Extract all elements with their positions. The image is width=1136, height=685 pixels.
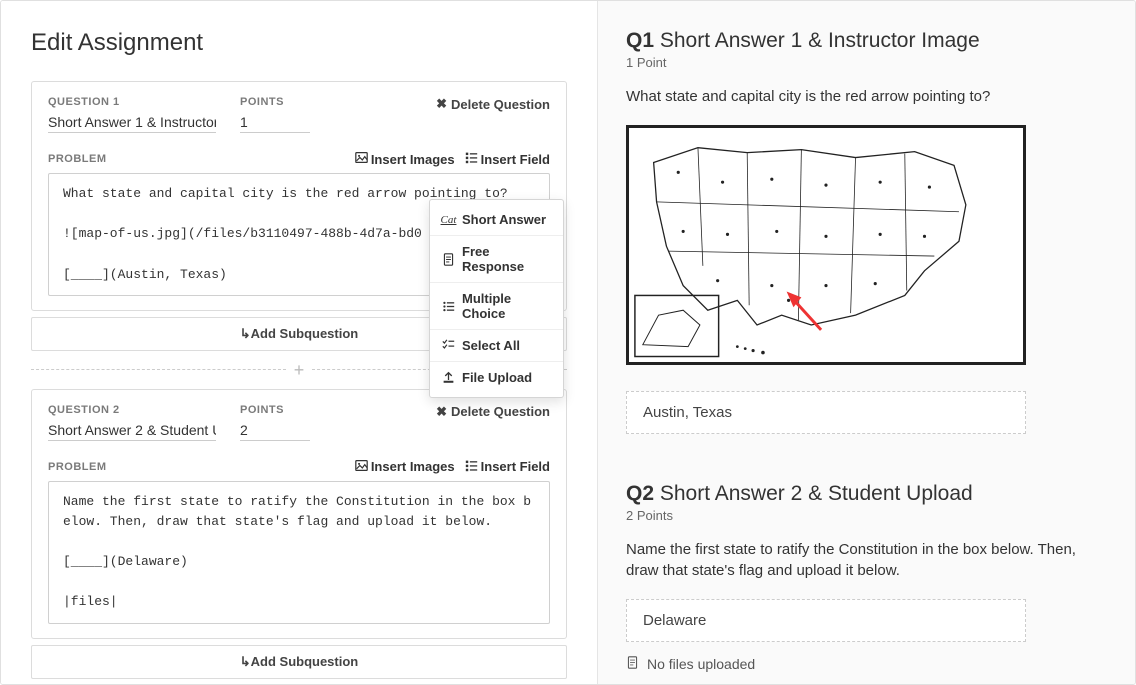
preview-points: 2 Points <box>626 508 1107 523</box>
insert-field-button[interactable]: Insert Field <box>465 459 550 475</box>
dropdown-item-free-response[interactable]: Free Response <box>430 236 563 283</box>
dropdown-item-file-upload[interactable]: File Upload <box>430 362 563 393</box>
image-icon <box>355 151 368 167</box>
problem-editor[interactable]: Name the first state to ratify the Const… <box>48 481 550 624</box>
question-points-input[interactable] <box>240 112 310 133</box>
dropdown-item-select-all[interactable]: Select All <box>430 330 563 362</box>
preview-question: Q2 Short Answer 2 & Student Upload 2 Poi… <box>626 482 1107 672</box>
add-subquestion-button[interactable]: ↳Add Subquestion <box>31 645 567 679</box>
file-icon <box>626 656 639 672</box>
image-icon <box>355 459 368 475</box>
page-title: Edit Assignment <box>31 29 567 57</box>
preview-q-heading: Q2 Short Answer 2 & Student Upload <box>626 482 1107 506</box>
no-files-row: No files uploaded <box>626 656 1107 672</box>
preview-answer-box: Delaware <box>626 599 1026 642</box>
delete-question-button[interactable]: ✖ Delete Question <box>436 404 550 420</box>
points-label: POINTS <box>240 96 310 108</box>
question-header: QUESTION 1 POINTS ✖ Delete Question <box>48 96 550 133</box>
question-title-col: QUESTION 2 <box>48 404 216 441</box>
close-icon: ✖ <box>436 96 447 112</box>
add-question-button[interactable]: + <box>292 361 307 379</box>
question-title-input[interactable] <box>48 420 216 441</box>
question-number-label: QUESTION 1 <box>48 96 216 108</box>
us-map-icon <box>629 128 1023 364</box>
question-number-label: QUESTION 2 <box>48 404 216 416</box>
upload-icon <box>442 371 455 384</box>
problem-row: PROBLEM Insert Images Insert Field <box>48 151 550 167</box>
preview-image-map <box>626 125 1026 365</box>
question-title-input[interactable] <box>48 112 216 133</box>
delete-question-button[interactable]: ✖ Delete Question <box>436 96 550 112</box>
insert-images-button[interactable]: Insert Images <box>355 459 455 475</box>
dropdown-item-short-answer[interactable]: Cat Short Answer <box>430 204 563 236</box>
problem-actions: Insert Images Insert Field <box>355 151 550 167</box>
list-icon <box>465 151 478 167</box>
preview-prompt: Name the first state to ratify the Const… <box>626 539 1107 581</box>
subquestion-arrow-icon: ↳ <box>240 654 251 669</box>
question-points-col: POINTS <box>240 96 310 133</box>
insert-field-button[interactable]: Insert Field <box>465 151 550 167</box>
dropdown-item-multiple-choice[interactable]: Multiple Choice <box>430 283 563 330</box>
checklist-icon <box>442 339 455 352</box>
preview-pane: Q1 Short Answer 1 & Instructor Image 1 P… <box>598 1 1135 684</box>
list-icon <box>442 300 455 313</box>
question-points-col: POINTS <box>240 404 310 441</box>
subquestion-arrow-icon: ↳ <box>240 326 251 341</box>
problem-label: PROBLEM <box>48 461 107 473</box>
insert-field-dropdown: Cat Short Answer Free Response Multiple … <box>429 199 564 398</box>
question-points-input[interactable] <box>240 420 310 441</box>
preview-q-heading: Q1 Short Answer 1 & Instructor Image <box>626 29 1107 53</box>
problem-actions: Insert Images Insert Field <box>355 459 550 475</box>
no-files-label: No files uploaded <box>647 656 755 672</box>
insert-images-button[interactable]: Insert Images <box>355 151 455 167</box>
preview-prompt: What state and capital city is the red a… <box>626 86 1107 107</box>
question-title-col: QUESTION 1 <box>48 96 216 133</box>
list-icon <box>465 459 478 475</box>
question-header: QUESTION 2 POINTS ✖ Delete Question <box>48 404 550 441</box>
problem-row: PROBLEM Insert Images Insert Field <box>48 459 550 475</box>
short-answer-icon: Cat <box>442 214 455 226</box>
app-root: Edit Assignment QUESTION 1 POINTS ✖ Dele… <box>0 0 1136 685</box>
preview-question: Q1 Short Answer 1 & Instructor Image 1 P… <box>626 29 1107 434</box>
edit-pane: Edit Assignment QUESTION 1 POINTS ✖ Dele… <box>1 1 598 684</box>
problem-label: PROBLEM <box>48 153 107 165</box>
close-icon: ✖ <box>436 404 447 420</box>
preview-answer-box: Austin, Texas <box>626 391 1026 434</box>
document-icon <box>442 253 455 266</box>
question-card: QUESTION 2 POINTS ✖ Delete Question PROB… <box>31 389 567 639</box>
preview-points: 1 Point <box>626 55 1107 70</box>
points-label: POINTS <box>240 404 310 416</box>
